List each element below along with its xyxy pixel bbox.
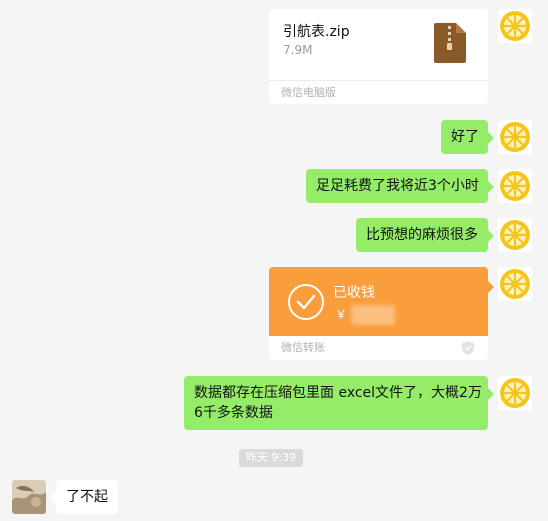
message-text: 比预想的麻烦很多 [366, 227, 478, 243]
file-size: 7.9M [283, 43, 313, 57]
lemon-avatar-icon [498, 9, 532, 43]
lemon-avatar-icon [498, 120, 532, 154]
message-bubble[interactable]: 好了 [441, 120, 494, 154]
shield-icon [462, 341, 474, 355]
zip-file-icon [434, 23, 466, 63]
transfer-card-tail [488, 281, 494, 293]
message-text-line: 6千多条数据 [194, 405, 273, 421]
self-avatar[interactable] [498, 218, 532, 252]
transfer-footer-label: 微信转账 [281, 341, 325, 354]
self-avatar[interactable] [498, 169, 532, 203]
contact-avatar[interactable] [12, 480, 46, 514]
transfer-card[interactable]: 已收钱 ￥ 微信转账 [269, 267, 488, 360]
lemon-avatar-icon [498, 376, 532, 410]
check-circle-icon [288, 284, 324, 320]
file-message-card[interactable]: 引航表.zip 7.9M 微信电脑版 [269, 9, 488, 104]
transfer-status: 已收钱 [333, 285, 375, 301]
self-avatar[interactable] [498, 267, 532, 301]
self-avatar[interactable] [498, 9, 532, 43]
amount-redacted-blur [350, 305, 395, 325]
self-avatar[interactable] [498, 120, 532, 154]
message-bubble[interactable]: 比预想的麻烦很多 [356, 218, 494, 252]
lemon-avatar-icon [498, 267, 532, 301]
message-bubble[interactable]: 数据都存在压缩包里面 excel文件了，大概2万 6千多条数据 [184, 376, 494, 430]
message-text-line: 数据都存在压缩包里面 excel文件了，大概2万 [194, 385, 482, 401]
transfer-header: 已收钱 ￥ [269, 267, 488, 336]
lemon-avatar-icon [498, 169, 532, 203]
lemon-avatar-icon [498, 218, 532, 252]
contact-photo-icon [12, 480, 46, 514]
transfer-amount: ￥ [335, 305, 395, 325]
self-avatar[interactable] [498, 376, 532, 410]
message-text: 了不起 [66, 489, 108, 505]
message-bubble-incoming[interactable]: 了不起 [50, 480, 118, 514]
message-bubble[interactable]: 足足耗费了我将近3个小时 [306, 169, 494, 203]
file-name: 引航表.zip [283, 24, 350, 40]
message-text: 足足耗费了我将近3个小时 [316, 178, 479, 194]
currency-symbol: ￥ [335, 307, 348, 322]
timestamp-label: 昨天 9:39 [239, 449, 303, 467]
file-source-label: 微信电脑版 [269, 80, 488, 104]
message-text: 好了 [451, 129, 479, 145]
